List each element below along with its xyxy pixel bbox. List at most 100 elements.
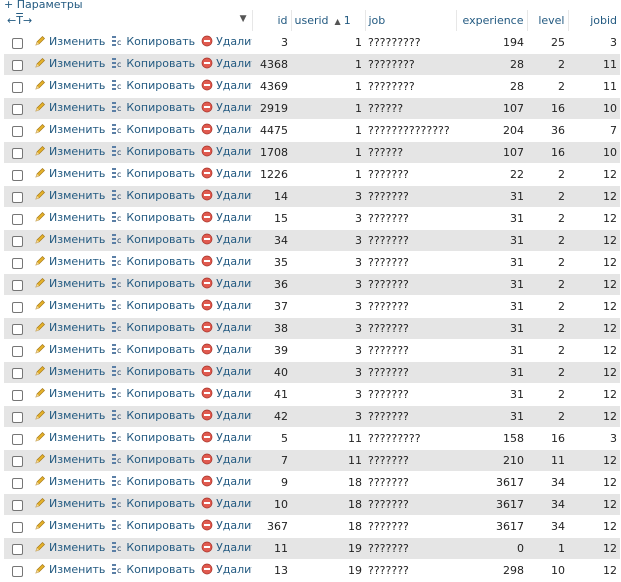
copy-link[interactable]: c Копировать: [111, 123, 195, 136]
cell-jobid[interactable]: 3: [568, 427, 620, 450]
cell-jobid[interactable]: 12: [568, 449, 620, 472]
cell-experience[interactable]: 31: [456, 207, 527, 230]
cell-jobid[interactable]: 12: [568, 251, 620, 274]
cell-userid[interactable]: 1: [291, 53, 365, 76]
cell-job[interactable]: ???????: [365, 207, 456, 230]
cell-experience[interactable]: 28: [456, 75, 527, 98]
edit-link[interactable]: Изменить: [34, 79, 105, 92]
delete-link[interactable]: Удалить: [201, 519, 252, 532]
cell-experience[interactable]: 107: [456, 97, 527, 120]
cell-jobid[interactable]: 12: [568, 405, 620, 428]
cell-level[interactable]: 2: [527, 317, 568, 340]
cell-level[interactable]: 34: [527, 515, 568, 538]
cell-job[interactable]: ???????: [365, 229, 456, 252]
cell-jobid[interactable]: 12: [568, 537, 620, 560]
cell-jobid[interactable]: 12: [568, 229, 620, 252]
cell-userid[interactable]: 3: [291, 185, 365, 208]
delete-link[interactable]: Удалить: [201, 409, 252, 422]
table-row[interactable]: ИзменитьcКопироватьУдалить12261???????22…: [4, 163, 620, 186]
cell-jobid[interactable]: 12: [568, 295, 620, 318]
copy-link[interactable]: c Копировать: [111, 189, 195, 202]
cell-id[interactable]: 2919: [252, 97, 291, 120]
cell-level[interactable]: 34: [527, 471, 568, 494]
copy-link[interactable]: c Копировать: [111, 101, 195, 114]
copy-link[interactable]: c Копировать: [111, 563, 195, 576]
cell-id[interactable]: 4368: [252, 53, 291, 76]
copy-link[interactable]: c Копировать: [111, 475, 195, 488]
column-header-level[interactable]: level: [526, 10, 568, 32]
cell-experience[interactable]: 107: [456, 141, 527, 164]
edit-link[interactable]: Изменить: [34, 409, 105, 422]
delete-link[interactable]: Удалить: [201, 365, 252, 378]
table-row[interactable]: Изменить cКопировать Удалить511?????????15…: [4, 427, 620, 450]
table-row[interactable]: Изменить cКопировать Удалить1319???????298…: [4, 559, 620, 582]
cell-userid[interactable]: 3: [291, 273, 365, 296]
cell-experience[interactable]: 298: [456, 559, 527, 582]
column-header-job[interactable]: job: [364, 10, 456, 32]
edit-link[interactable]: Изменить: [34, 321, 105, 334]
cell-level[interactable]: 2: [527, 207, 568, 230]
cell-experience[interactable]: 31: [456, 361, 527, 384]
row-checkbox[interactable]: [12, 257, 23, 269]
edit-link[interactable]: Изменить: [34, 431, 105, 444]
cell-level[interactable]: 1: [527, 537, 568, 560]
cell-id[interactable]: 9: [252, 471, 291, 494]
cell-job[interactable]: ???????: [365, 537, 456, 560]
edit-link[interactable]: Изменить: [34, 101, 105, 114]
copy-link[interactable]: c Копировать: [111, 519, 195, 532]
cell-jobid[interactable]: 10: [568, 141, 620, 164]
cell-level[interactable]: 11: [527, 449, 568, 472]
table-row[interactable]: Изменить cКопировать Удалить36718???????36…: [4, 515, 620, 538]
cell-jobid[interactable]: 12: [568, 559, 620, 582]
edit-link[interactable]: Изменить: [34, 255, 105, 268]
row-checkbox[interactable]: [12, 521, 23, 533]
table-row[interactable]: Изменить cКопировать Удалить383???????3121…: [4, 317, 620, 340]
delete-link[interactable]: Удалить: [201, 35, 252, 48]
copy-link[interactable]: c Копировать: [111, 431, 195, 444]
copy-link[interactable]: c Копировать: [111, 409, 195, 422]
cell-level[interactable]: 2: [527, 405, 568, 428]
delete-link[interactable]: Удалить: [201, 431, 252, 444]
cell-userid[interactable]: 3: [291, 229, 365, 252]
table-row[interactable]: ИзменитьcКопироватьУдалить31?????????194…: [4, 31, 620, 54]
cell-id[interactable]: 35: [252, 251, 291, 274]
cell-level[interactable]: 2: [527, 295, 568, 318]
chevron-down-icon[interactable]: ▼: [240, 14, 247, 24]
cell-job[interactable]: ?????????: [365, 31, 456, 54]
table-row[interactable]: Изменить cКопировать Удалить353???????3121…: [4, 251, 620, 274]
edit-link[interactable]: Изменить: [34, 167, 105, 180]
delete-link[interactable]: Удалить: [201, 321, 252, 334]
table-row[interactable]: Изменить cКопировать Удалить423???????3121…: [4, 405, 620, 428]
cell-level[interactable]: 36: [527, 119, 568, 142]
cell-experience[interactable]: 31: [456, 185, 527, 208]
cell-id[interactable]: 42: [252, 405, 291, 428]
cell-userid[interactable]: 3: [291, 383, 365, 406]
table-row[interactable]: Изменить cКопировать Удалить153???????3121…: [4, 207, 620, 230]
cell-userid[interactable]: 18: [291, 515, 365, 538]
cell-userid[interactable]: 3: [291, 317, 365, 340]
cell-level[interactable]: 10: [527, 559, 568, 582]
cell-level[interactable]: 2: [527, 273, 568, 296]
cell-level[interactable]: 2: [527, 163, 568, 186]
row-checkbox[interactable]: [12, 301, 23, 313]
cell-job[interactable]: ???????: [365, 163, 456, 186]
cell-jobid[interactable]: 12: [568, 383, 620, 406]
cell-experience[interactable]: 3617: [456, 515, 527, 538]
cell-job[interactable]: ???????: [365, 405, 456, 428]
delete-link[interactable]: Удалить: [201, 255, 252, 268]
cell-jobid[interactable]: 12: [568, 515, 620, 538]
cell-job[interactable]: ???????: [365, 515, 456, 538]
delete-link[interactable]: Удалить: [201, 563, 252, 576]
row-checkbox[interactable]: [12, 103, 23, 115]
cell-job[interactable]: ???????: [365, 559, 456, 582]
column-header-jobid[interactable]: jobid: [567, 10, 620, 32]
cell-jobid[interactable]: 12: [568, 493, 620, 516]
cell-jobid[interactable]: 11: [568, 53, 620, 76]
copy-link[interactable]: c Копировать: [111, 211, 195, 224]
table-row[interactable]: Изменить cКопировать Удалить17081??????107…: [4, 141, 620, 164]
column-header-experience[interactable]: experience: [455, 10, 527, 32]
row-checkbox[interactable]: [12, 191, 23, 203]
table-row[interactable]: Изменить cКопировать Удалить918???????3617…: [4, 471, 620, 494]
row-checkbox[interactable]: [12, 323, 23, 335]
copy-link[interactable]: c Копировать: [111, 167, 195, 180]
